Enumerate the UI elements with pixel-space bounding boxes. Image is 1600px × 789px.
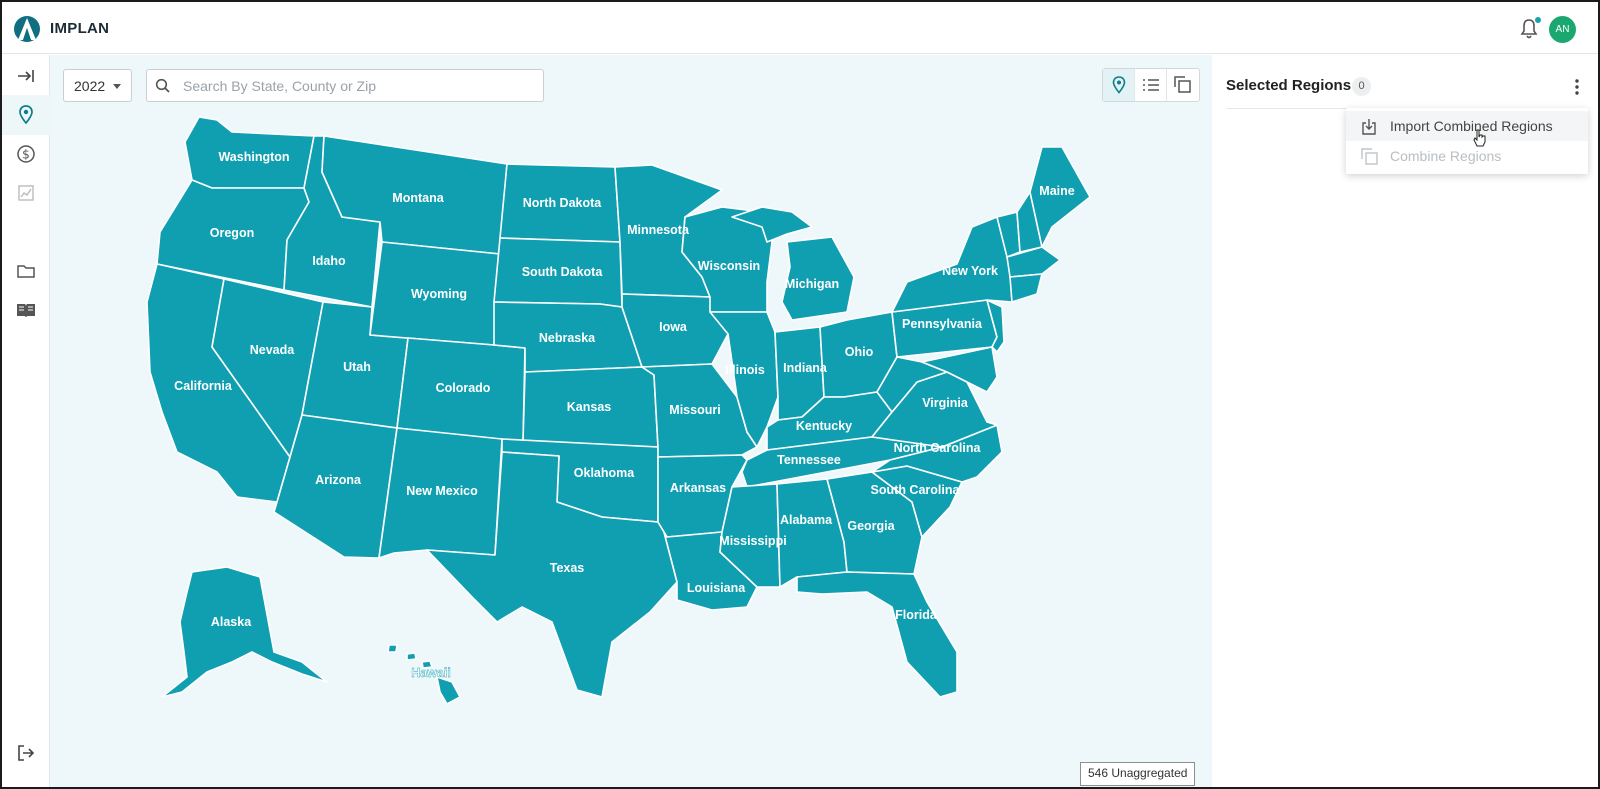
list-view-icon: [1142, 79, 1159, 91]
label-florida: Florida: [895, 608, 938, 622]
selected-regions-panel: Selected Regions 0 Import Combined Regio…: [1212, 55, 1598, 787]
import-icon: [1362, 119, 1376, 135]
label-louisiana: Louisiana: [687, 581, 746, 595]
app-window: IMPLAN AN $ Washington Oregon California…: [0, 0, 1600, 789]
user-avatar[interactable]: AN: [1549, 16, 1576, 43]
combine-view-icon: [1174, 76, 1191, 93]
label-wyoming: Wyoming: [411, 287, 467, 301]
logout-button[interactable]: [2, 733, 50, 773]
combine-regions-item[interactable]: Combine Regions: [1346, 141, 1588, 171]
map-view-icon: [1112, 76, 1125, 94]
map-pin-icon: [19, 105, 33, 125]
dollar-icon: $: [17, 145, 35, 163]
label-iowa: Iowa: [659, 320, 688, 334]
label-tennessee: Tennessee: [777, 453, 841, 467]
brand-name: IMPLAN: [50, 20, 110, 37]
label-new-mexico: New Mexico: [406, 484, 478, 498]
list-view-button[interactable]: [1135, 69, 1167, 101]
view-toggle: [1102, 68, 1200, 102]
label-ohio: Ohio: [845, 345, 874, 359]
label-virginia: Virginia: [922, 396, 969, 410]
label-north-carolina: North Carolina: [894, 441, 982, 455]
selected-count-badge: 0: [1352, 77, 1371, 96]
label-texas: Texas: [550, 561, 585, 575]
label-michigan: Michigan: [785, 277, 839, 291]
label-oklahoma: Oklahoma: [574, 466, 635, 480]
unaggregated-count: 546 Unaggregated: [1080, 762, 1196, 786]
search-icon: [155, 78, 170, 93]
label-washington: Washington: [218, 150, 289, 164]
impacts-nav-button[interactable]: $: [2, 134, 50, 174]
label-illinois: Illinois: [725, 363, 765, 377]
label-wisconsin: Wisconsin: [698, 259, 760, 273]
us-map: Washington Oregon California Idaho Monta…: [146, 116, 1091, 705]
left-rail: $: [2, 55, 50, 787]
label-alabama: Alabama: [780, 513, 833, 527]
label-kentucky: Kentucky: [796, 419, 852, 433]
map-view-button[interactable]: [1103, 69, 1135, 101]
label-kansas: Kansas: [567, 400, 612, 414]
label-maine: Maine: [1039, 184, 1074, 198]
label-georgia: Georgia: [847, 519, 895, 533]
svg-text:$: $: [22, 148, 30, 162]
state-connecticut[interactable]: [1009, 273, 1043, 303]
book-icon: [17, 304, 35, 317]
label-alaska: Alaska: [211, 615, 252, 629]
chart-icon: [18, 185, 34, 201]
map-area: Washington Oregon California Idaho Monta…: [50, 55, 1212, 787]
folder-icon: [17, 265, 35, 278]
state-alaska[interactable]: [161, 566, 328, 698]
label-oregon: Oregon: [210, 226, 254, 240]
label-pennsylvania: Pennsylvania: [902, 317, 983, 331]
label-mississippi: Mississippi: [719, 534, 786, 548]
expand-icon: [18, 70, 34, 82]
label-indiana: Indiana: [783, 361, 828, 375]
notification-dot: [1535, 17, 1541, 23]
panel-title: Selected Regions: [1226, 77, 1352, 94]
label-montana: Montana: [392, 191, 444, 205]
combine-regions-label: Combine Regions: [1390, 148, 1502, 164]
label-hawaii: Hawaii: [411, 666, 451, 680]
chevron-down-icon: [113, 84, 121, 89]
import-combined-regions-label: Import Combined Regions: [1390, 118, 1553, 134]
search-input[interactable]: [183, 76, 533, 96]
label-idaho: Idaho: [312, 254, 346, 268]
state-florida[interactable]: [796, 571, 958, 698]
year-select-value: 2022: [74, 78, 106, 94]
logout-icon: [18, 745, 35, 761]
label-nevada: Nevada: [250, 343, 296, 357]
regions-nav-button[interactable]: [2, 95, 50, 135]
more-options-icon[interactable]: [1569, 77, 1585, 97]
label-minnesota: Minnesota: [627, 223, 690, 237]
label-arkansas: Arkansas: [670, 481, 726, 495]
top-bar: IMPLAN AN: [2, 2, 1598, 54]
implan-logo-icon: [14, 16, 40, 42]
label-south-carolina: South Carolina: [871, 483, 961, 497]
label-new-york: New York: [942, 264, 998, 278]
search-box[interactable]: [146, 69, 544, 102]
year-select[interactable]: 2022: [63, 69, 132, 102]
label-missouri: Missouri: [669, 403, 720, 417]
import-combined-regions-item[interactable]: Import Combined Regions: [1346, 111, 1588, 141]
label-south-dakota: South Dakota: [522, 265, 604, 279]
combine-icon: [1361, 148, 1378, 165]
projects-nav-button[interactable]: [2, 251, 50, 291]
label-california: California: [174, 379, 233, 393]
label-utah: Utah: [343, 360, 371, 374]
label-colorado: Colorado: [436, 381, 491, 395]
label-nebraska: Nebraska: [539, 331, 596, 345]
expand-sidebar-button[interactable]: [2, 56, 50, 96]
options-menu: Import Combined Regions Combine Regions: [1346, 108, 1588, 174]
label-north-dakota: North Dakota: [523, 196, 603, 210]
results-nav-button[interactable]: [2, 173, 50, 213]
label-arizona: Arizona: [315, 473, 362, 487]
help-nav-button[interactable]: [2, 290, 50, 330]
hand-cursor-icon: [1473, 129, 1486, 147]
combine-view-button[interactable]: [1167, 69, 1199, 101]
